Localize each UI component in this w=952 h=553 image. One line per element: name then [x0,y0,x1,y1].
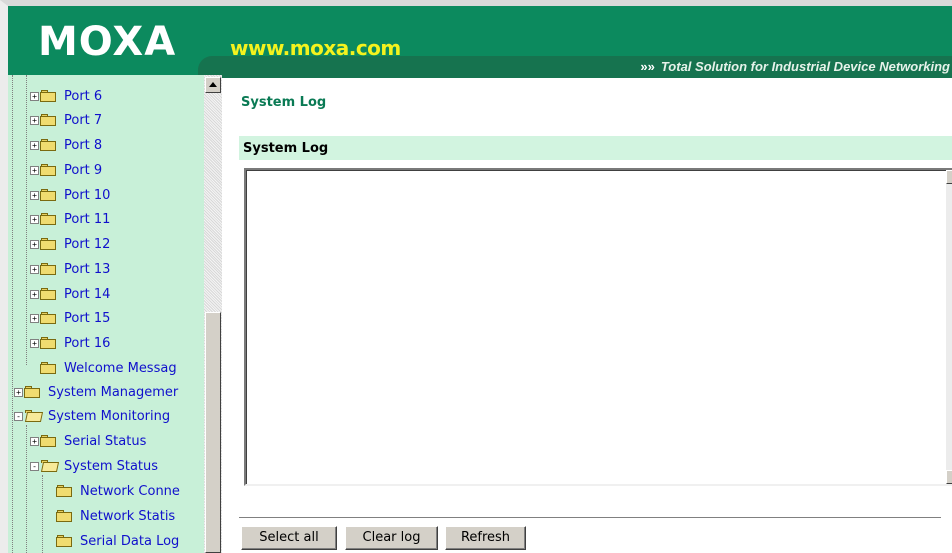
tree-item-label[interactable]: Port 6 [64,89,102,104]
tree-item-port-15[interactable]: + Port 15 [30,308,110,328]
double-arrow-icon: »» [640,59,655,74]
scroll-down-arrow-icon[interactable] [946,470,952,484]
open-folder-icon [40,460,60,472]
collapse-icon[interactable]: - [30,461,39,471]
tree-list: + Port 6 + Port 7 + Port 8 + Port 9 + Port 10… [8,75,204,553]
tree-item-port-7[interactable]: + Port 7 [30,110,102,130]
expand-icon[interactable]: + [30,264,39,274]
system-log-textarea[interactable] [244,168,952,486]
tree-item-label[interactable]: Serial Data Log [80,534,179,549]
tree-item-serial-status[interactable]: + Serial Status [30,431,146,451]
tree-item-network-connections[interactable]: Network Conne [56,481,180,501]
expand-icon[interactable]: + [30,115,39,125]
folder-icon [40,263,56,275]
tree-item-port-6[interactable]: + Port 6 [30,86,102,106]
tree-item-port-11[interactable]: + Port 11 [30,209,110,229]
tree-item-system-status[interactable]: - System Status [30,456,158,476]
tree-item-label[interactable]: System Monitoring [48,409,170,424]
folder-icon [40,90,56,102]
folder-icon [40,139,56,151]
tree-item-label[interactable]: Port 11 [64,212,110,227]
tree-guide-line [26,75,27,365]
expand-icon[interactable]: + [30,313,39,323]
moxa-logo: MOXA [38,19,177,65]
tree-item-label[interactable]: Port 12 [64,237,110,252]
refresh-button[interactable]: Refresh [445,526,526,550]
tree-item-label[interactable]: Network Conne [80,484,180,499]
tree-item-port-13[interactable]: + Port 13 [30,259,110,279]
folder-icon [24,386,40,398]
tree-item-label[interactable]: Port 7 [64,113,102,128]
tree-item-label[interactable]: Welcome Messag [64,361,177,376]
expand-icon[interactable]: + [30,239,39,249]
scroll-up-arrow-icon[interactable] [205,77,221,93]
tree-item-network-statistics[interactable]: Network Statis [56,506,175,526]
main-content: System Log System Log Select all Clear l… [222,75,952,553]
scrollbar-thumb[interactable] [205,312,221,553]
folder-icon [56,510,72,522]
tagline: »» Total Solution for Industrial Device N… [640,59,950,74]
expand-icon[interactable]: + [30,289,39,299]
folder-icon [40,312,56,324]
folder-icon [56,485,72,497]
tree-item-label[interactable]: Port 16 [64,336,110,351]
open-folder-icon [24,410,44,422]
folder-icon [40,238,56,250]
tree-item-port-16[interactable]: + Port 16 [30,333,110,353]
tree-item-label[interactable]: System Managemer [48,385,178,400]
folder-icon [40,213,56,225]
folder-icon [56,535,72,547]
folder-icon [40,337,56,349]
clear-log-button[interactable]: Clear log [345,526,438,550]
folder-icon [40,288,56,300]
expand-icon[interactable]: + [30,165,39,175]
folder-icon [40,435,56,447]
tree-item-label[interactable]: Port 15 [64,311,110,326]
expand-icon[interactable]: + [30,140,39,150]
tree-item-label[interactable]: System Status [64,459,158,474]
scroll-up-arrow-icon[interactable] [946,170,952,184]
expand-icon[interactable]: + [30,338,39,348]
folder-icon [40,114,56,126]
folder-icon [40,164,56,176]
expand-icon[interactable]: + [14,387,23,397]
tree-item-label[interactable]: Port 13 [64,262,110,277]
expand-icon[interactable]: + [30,436,39,446]
section-header: System Log [239,136,952,160]
divider [239,517,941,519]
log-scrollbar[interactable] [946,170,952,484]
tree-item-port-8[interactable]: + Port 8 [30,135,102,155]
tree-guide-line [26,425,27,553]
tree-item-system-management[interactable]: + System Managemer [14,382,178,402]
tree-guide-line [42,475,43,553]
tree-item-port-9[interactable]: + Port 9 [30,160,102,180]
tree-item-label[interactable]: Port 8 [64,138,102,153]
tree-item-label[interactable]: Port 10 [64,188,110,203]
folder-icon [40,189,56,201]
tree-item-port-14[interactable]: + Port 14 [30,284,110,304]
section-title: System Log [243,141,329,156]
expand-icon[interactable]: + [30,91,39,101]
tree-item-welcome-message[interactable]: Welcome Messag [30,358,177,378]
folder-icon [40,362,56,374]
tree-item-system-monitoring[interactable]: - System Monitoring [14,406,170,426]
page-title: System Log [241,95,327,110]
navigation-tree: + Port 6 + Port 7 + Port 8 + Port 9 + Port 10… [0,75,222,553]
tagline-text: Total Solution for Industrial Device Net… [660,59,950,74]
tree-item-label[interactable]: Serial Status [64,434,146,449]
select-all-button[interactable]: Select all [241,526,337,550]
tree-item-port-12[interactable]: + Port 12 [30,234,110,254]
tree-item-serial-data-log[interactable]: Serial Data Log [56,531,179,551]
tree-item-port-10[interactable]: + Port 10 [30,185,110,205]
expand-icon[interactable]: + [30,190,39,200]
collapse-icon[interactable]: - [14,411,23,421]
expand-icon[interactable]: + [30,214,39,224]
tree-guide-line [12,75,13,553]
tree-item-label[interactable]: Network Statis [80,509,175,524]
tree-item-label[interactable]: Port 14 [64,287,110,302]
header-banner: MOXA www.moxa.com »» Total Solution for I… [0,0,952,78]
tree-scrollbar[interactable] [204,75,222,553]
tree-item-label[interactable]: Port 9 [64,163,102,178]
